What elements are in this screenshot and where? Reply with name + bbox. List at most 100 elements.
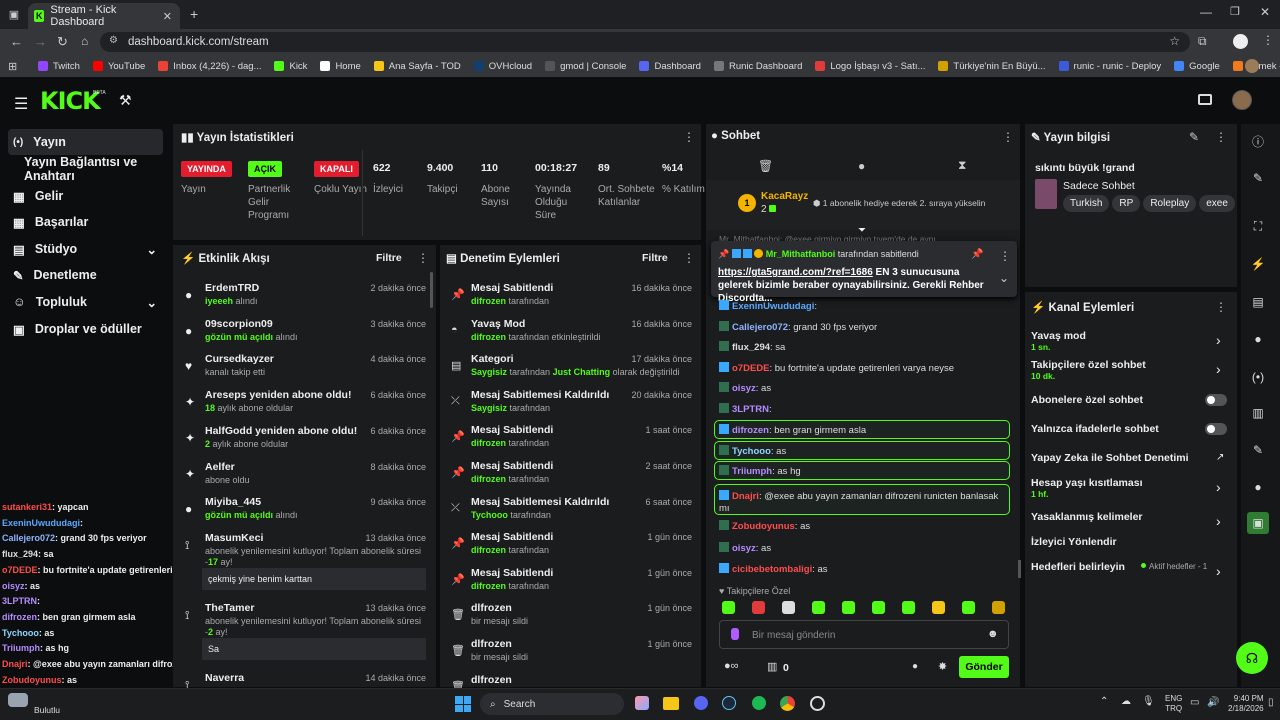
activity-name[interactable]: Miyiba_445 <box>205 496 261 508</box>
hamburger-menu-icon[interactable]: ☰ <box>14 94 28 114</box>
activity-name[interactable]: Cursedkayzer <box>205 353 274 365</box>
stream-tag[interactable]: RP <box>1112 195 1141 212</box>
unpin-icon[interactable]: 📌 <box>971 249 983 260</box>
emote-icon[interactable] <box>902 601 915 614</box>
channel-action-label[interactable]: Yasaklanmış kelimeler <box>1031 511 1143 523</box>
stream-tag[interactable]: Turkish <box>1063 195 1110 212</box>
moderation-user[interactable]: Saygisiz <box>471 403 507 413</box>
user-avatar[interactable] <box>1232 90 1252 110</box>
chat-username[interactable]: oisyz <box>732 383 756 394</box>
bookmark-item[interactable]: YouTube <box>92 61 145 72</box>
chevron-right-icon[interactable]: › <box>1216 563 1221 579</box>
windows-start-icon[interactable] <box>455 696 471 712</box>
moderation-user[interactable]: difrozen <box>471 545 506 555</box>
pencil-icon[interactable]: ✎ <box>1247 167 1269 189</box>
channel-action-label[interactable]: Takipçilere özel sohbet <box>1031 359 1146 371</box>
bookmark-item[interactable]: Home <box>320 61 361 72</box>
bookmark-item[interactable]: Twitch <box>38 61 80 72</box>
chat-username[interactable]: Triiumph <box>732 466 772 477</box>
stream-info-menu-icon[interactable]: ⋮ <box>1215 130 1227 144</box>
new-tab-icon[interactable]: + <box>190 6 198 22</box>
chat-bubble-icon[interactable]: ● <box>858 159 865 173</box>
bookmark-item[interactable]: Logo İşbaşı v3 - Satı... <box>815 61 925 72</box>
sidebar-item-stream-key[interactable]: Yayın Bağlantısı ve Anahtarı <box>8 155 163 183</box>
bookmark-item[interactable]: Runic Dashboard <box>713 61 802 72</box>
site-info-icon[interactable]: ⚙ <box>109 35 118 46</box>
back-icon[interactable]: ← <box>10 34 23 49</box>
activity-filter-button[interactable]: Filtre <box>376 252 402 264</box>
weather-icon[interactable] <box>8 693 28 707</box>
clock[interactable]: 9:40 PM 2/18/2026 <box>1228 694 1264 714</box>
stream-tag[interactable]: exee <box>1199 195 1235 212</box>
info-icon[interactable]: ⓘ <box>1247 130 1269 152</box>
pinned-link[interactable]: https://gta5grand.com/?ref=1686 <box>718 267 873 278</box>
chevron-right-icon[interactable]: › <box>1216 479 1221 495</box>
moderation-user[interactable]: difrozen <box>471 474 506 484</box>
volume-icon[interactable]: 🔊 <box>1207 697 1219 708</box>
browser-tab[interactable]: K Stream - Kick Dashboard ✕ <box>28 3 180 29</box>
activity-name[interactable]: Aelfer <box>205 461 235 473</box>
chat-username[interactable]: Callejero072 <box>732 322 788 333</box>
channel-action-label[interactable]: Yapay Zeka ile Sohbet Denetimi <box>1031 452 1189 464</box>
microphone-icon[interactable]: 🎙 <box>1142 696 1155 707</box>
moderation-filter-button[interactable]: Filtre <box>642 252 668 264</box>
live-view-icon[interactable] <box>1198 94 1212 105</box>
toggle-switch[interactable] <box>1205 423 1227 435</box>
bookmark-item[interactable]: Dashboard <box>639 61 701 72</box>
sidebar-item-topluluk[interactable]: ☺ Topluluk ⌄ <box>8 289 163 315</box>
steam-icon[interactable] <box>722 696 736 710</box>
activity-name[interactable]: Areseps yeniden abone oldu! <box>205 389 351 401</box>
moderation-user[interactable]: difrozen <box>471 332 506 342</box>
emote-icon[interactable] <box>872 601 885 614</box>
sidebar-item-yayin[interactable]: (•) Yayın <box>8 129 163 155</box>
chevron-right-icon[interactable]: › <box>1216 513 1221 529</box>
window-close-icon[interactable]: ✕ <box>1260 5 1270 19</box>
bookmarks-avatar[interactable] <box>1245 59 1259 73</box>
sidebar-item-basarilar[interactable]: ▦ Başarılar <box>8 209 163 235</box>
community-icon[interactable]: ● <box>1247 476 1269 498</box>
bookmark-item[interactable]: OVHcloud <box>473 61 532 72</box>
language-indicator[interactable]: ENG TRQ <box>1165 694 1182 714</box>
moderation-user[interactable]: difrozen <box>471 438 506 448</box>
bookmark-item[interactable]: Türkiye'nin En Büyü... <box>938 61 1046 72</box>
url-bar[interactable]: ⚙ dashboard.kick.com/stream ☆ <box>100 32 1190 52</box>
kick-logo[interactable]: KICK <box>40 87 101 115</box>
emote-icon[interactable] <box>842 601 855 614</box>
forward-icon[interactable]: → <box>34 34 47 49</box>
chat-username[interactable]: Dnajri <box>732 491 759 502</box>
tab-close-icon[interactable]: ✕ <box>163 10 172 23</box>
broadcast-icon[interactable]: (•) <box>1247 366 1269 388</box>
stats-menu-icon[interactable]: ⋮ <box>683 130 695 144</box>
network-icon[interactable]: ▭ <box>1190 697 1199 708</box>
activity-name[interactable]: ErdemTRD <box>205 282 259 294</box>
reload-icon[interactable]: ↻ <box>57 34 68 50</box>
moderation-user[interactable]: difrozen <box>471 581 506 591</box>
bookmark-item[interactable]: Google <box>1174 61 1220 72</box>
bookmark-item[interactable]: Ana Sayfa - TOD <box>373 61 461 72</box>
game-icon[interactable]: ▣ <box>1247 512 1269 534</box>
chat-username[interactable]: Tychooo <box>732 446 771 457</box>
category-thumbnail[interactable] <box>1035 179 1057 209</box>
tray-app-icon[interactable]: ☁ <box>1121 696 1131 707</box>
moderation-user[interactable]: difrozen <box>471 296 506 306</box>
discord-icon[interactable] <box>694 696 708 710</box>
moderation-user[interactable]: Tychooo <box>471 510 508 520</box>
store-icon[interactable]: ▥ <box>767 660 777 673</box>
activity-scrollbar[interactable] <box>430 272 433 308</box>
expand-pinned-icon[interactable]: ⌄ <box>999 271 1009 285</box>
activity-name[interactable]: MasumKeci <box>205 532 263 544</box>
browser-menu-icon[interactable]: ⋮ <box>1262 33 1274 47</box>
category-name[interactable]: Sadece Sohbet <box>1063 180 1135 192</box>
chat-username[interactable]: 3LPTRN <box>732 404 769 415</box>
sidebar-item-studyo[interactable]: ▤ Stüdyo ⌄ <box>8 236 163 262</box>
chat-menu-icon[interactable]: ⋮ <box>1002 130 1014 144</box>
notifications-icon[interactable]: ▯ <box>1268 697 1274 708</box>
copilot-icon[interactable] <box>635 696 649 710</box>
toggle-switch[interactable] <box>1205 394 1227 406</box>
gifter-name[interactable]: KacaRayz <box>761 191 808 202</box>
home-icon[interactable]: ⌂ <box>81 34 88 48</box>
tray-chevron-icon[interactable]: ⌃ <box>1100 696 1108 707</box>
minimize-icon[interactable]: — <box>1200 5 1212 19</box>
channel-action-label[interactable]: Yalnızca ifadelerle sohbet <box>1031 423 1159 435</box>
activity-name[interactable]: 09scorpion09 <box>205 318 273 330</box>
